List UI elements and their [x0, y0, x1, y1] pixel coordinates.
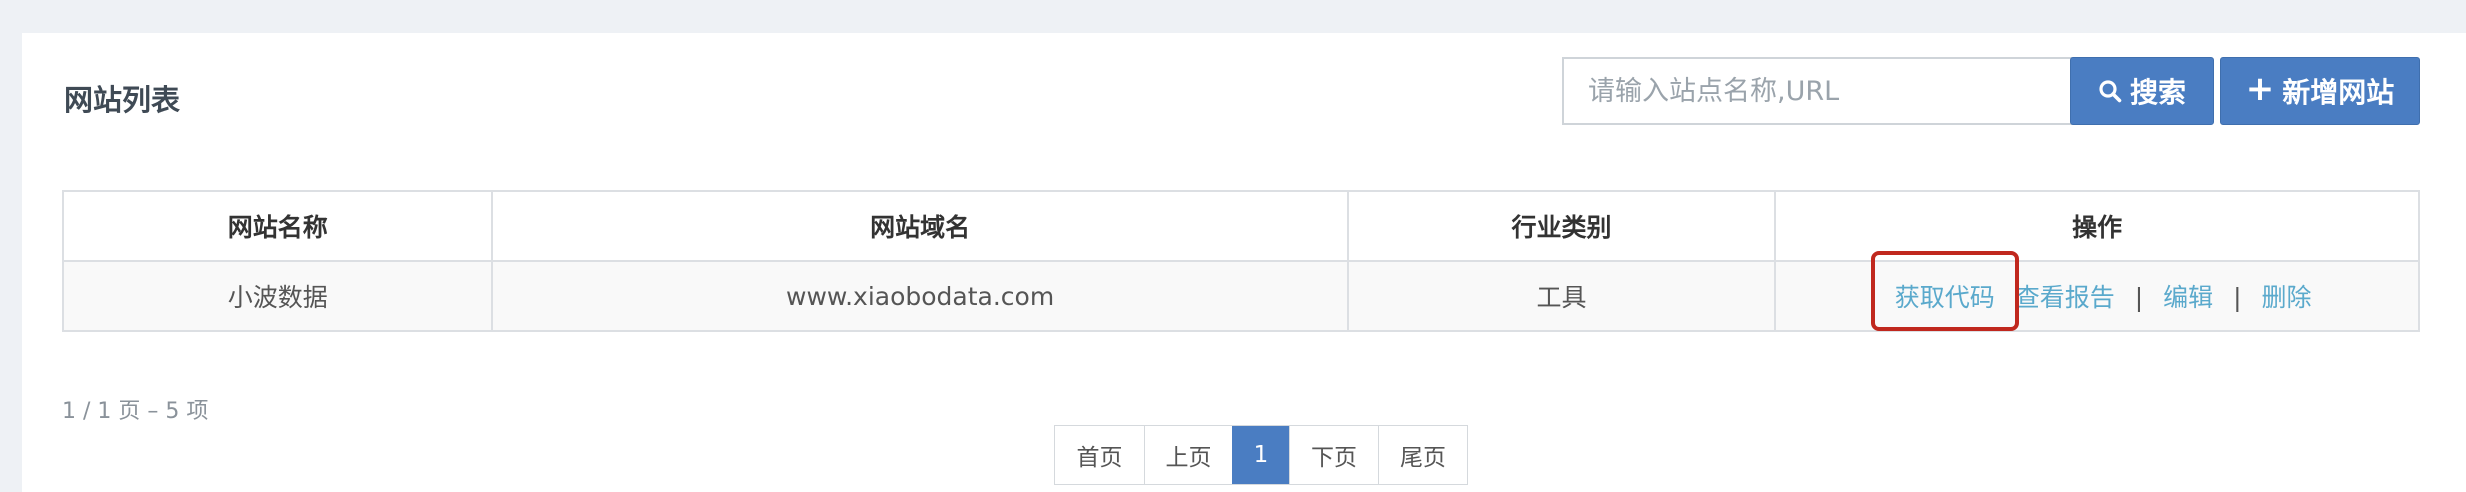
plus-icon: +: [2245, 69, 2275, 109]
pagination-summary: 1 / 1 页 – 5 项: [62, 399, 209, 424]
prev-page-button[interactable]: 上页: [1144, 426, 1232, 484]
column-header-domain: 网站域名: [491, 190, 1349, 262]
first-page-button[interactable]: 首页: [1055, 426, 1144, 484]
column-header-name: 网站名称: [61, 190, 494, 262]
pagination: 首页 上页 1 下页 尾页: [1054, 425, 1468, 485]
last-page-button[interactable]: 尾页: [1378, 426, 1467, 484]
table-header-row: 网站名称 网站域名 行业类别 操作: [61, 190, 2420, 262]
table-row: 小波数据 www.xiaobodata.com 工具 获取代码 查看报告 | 编…: [61, 251, 2420, 332]
column-header-actions: 操作: [1774, 190, 2420, 262]
edit-link[interactable]: 编辑: [2163, 283, 2213, 312]
delete-link[interactable]: 删除: [2261, 283, 2311, 312]
page-title: 网站列表: [64, 83, 181, 117]
view-report-link[interactable]: 查看报告: [2015, 283, 2115, 312]
get-code-wrapper: 获取代码: [1870, 251, 2019, 331]
current-page-button[interactable]: 1: [1232, 426, 1289, 484]
action-separator: |: [2134, 283, 2144, 312]
row-actions: 获取代码 查看报告 | 编辑 | 删除: [1870, 251, 2311, 331]
cell-site-name: 小波数据: [61, 260, 494, 332]
search-button[interactable]: 搜索: [2070, 57, 2214, 125]
cell-category: 工具: [1346, 260, 1777, 332]
website-table: 网站名称 网站域名 行业类别 操作 小波数据 www.xiaobodata.co…: [61, 190, 2420, 332]
column-header-category: 行业类别: [1346, 190, 1777, 262]
search-button-label: 搜索: [2129, 76, 2186, 109]
next-page-button[interactable]: 下页: [1289, 426, 1378, 484]
action-separator: |: [2233, 283, 2242, 312]
search-input[interactable]: [1562, 57, 2086, 125]
add-website-button-label: 新增网站: [2282, 76, 2395, 109]
content-panel: 网站列表 搜索 + 新增网站 网站名称 网站域名 行业类别 操作 小波数据 ww: [22, 33, 2466, 492]
cell-actions: 获取代码 查看报告 | 编辑 | 删除: [1774, 251, 2420, 332]
search-icon: [2098, 79, 2122, 103]
cell-site-domain: www.xiaobodata.com: [491, 260, 1349, 332]
add-website-button[interactable]: + 新增网站: [2220, 57, 2420, 125]
get-code-link[interactable]: 获取代码: [1895, 283, 1995, 312]
